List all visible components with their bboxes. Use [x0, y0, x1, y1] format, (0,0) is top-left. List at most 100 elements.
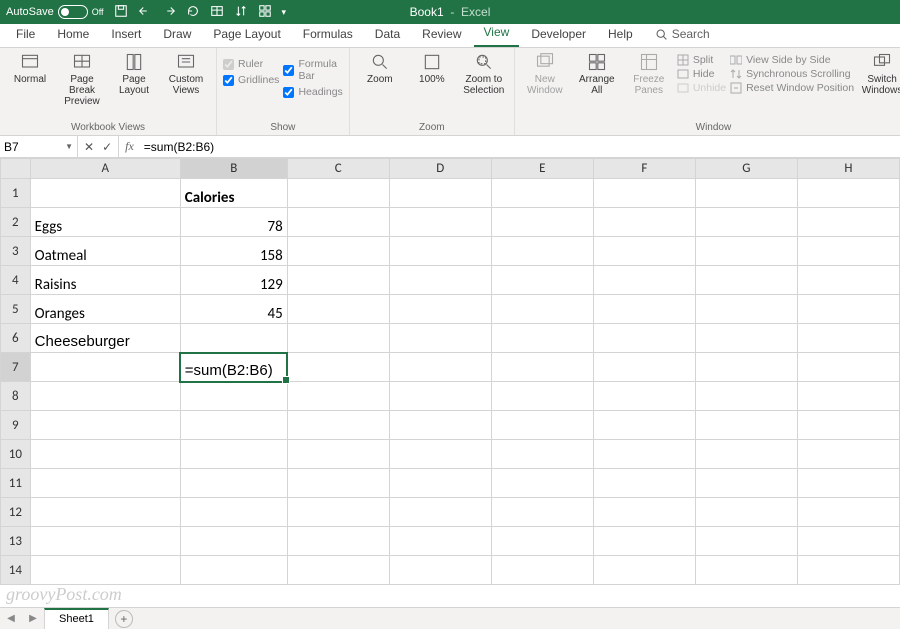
col-header-E[interactable]: E: [491, 159, 593, 179]
cell[interactable]: [491, 411, 593, 440]
cell[interactable]: [389, 353, 491, 382]
page-break-preview-button[interactable]: Page Break Preview: [58, 52, 106, 107]
cell[interactable]: [797, 324, 899, 353]
sheet-tab-active[interactable]: Sheet1: [44, 608, 109, 629]
nav-next-icon[interactable]: ▶: [29, 613, 37, 624]
cell[interactable]: [389, 266, 491, 295]
cell[interactable]: [30, 498, 180, 527]
cell[interactable]: [695, 469, 797, 498]
reset-window-position-button[interactable]: Reset Window Position: [730, 82, 854, 94]
cell[interactable]: [695, 527, 797, 556]
cell[interactable]: [491, 440, 593, 469]
cell[interactable]: [389, 237, 491, 266]
tab-help[interactable]: Help: [598, 23, 643, 47]
tab-page-layout[interactable]: Page Layout: [203, 23, 290, 47]
cell[interactable]: [797, 498, 899, 527]
col-header-D[interactable]: D: [389, 159, 491, 179]
tab-review[interactable]: Review: [412, 23, 471, 47]
row-header[interactable]: 7: [1, 353, 31, 382]
unhide-button[interactable]: Unhide: [677, 82, 726, 94]
row-header[interactable]: 14: [1, 556, 31, 585]
nav-prev-icon[interactable]: ◀: [7, 613, 15, 624]
cell[interactable]: [593, 382, 695, 411]
cell[interactable]: [491, 353, 593, 382]
cell[interactable]: [695, 266, 797, 295]
tab-view[interactable]: View: [474, 21, 520, 47]
cell[interactable]: [593, 324, 695, 353]
cell[interactable]: [287, 556, 389, 585]
cell[interactable]: [695, 498, 797, 527]
cell[interactable]: [389, 295, 491, 324]
col-header-F[interactable]: F: [593, 159, 695, 179]
tab-developer[interactable]: Developer: [521, 23, 596, 47]
cell[interactable]: [180, 411, 287, 440]
cell[interactable]: [287, 469, 389, 498]
chevron-down-icon[interactable]: ▼: [65, 142, 73, 151]
cell-selected[interactable]: =sum(B2:B6): [180, 353, 287, 382]
formula-bar-input[interactable]: =sum(B2:B6): [140, 136, 900, 157]
row-header[interactable]: 10: [1, 440, 31, 469]
tab-home[interactable]: Home: [47, 23, 99, 47]
zoom-to-selection-button[interactable]: Zoom to Selection: [460, 52, 508, 96]
cell[interactable]: [389, 208, 491, 237]
formula-bar-checkbox[interactable]: Formula Bar: [283, 58, 342, 82]
headings-checkbox[interactable]: Headings: [283, 86, 342, 98]
row-header[interactable]: 2: [1, 208, 31, 237]
tab-insert[interactable]: Insert: [101, 23, 151, 47]
cell[interactable]: [593, 556, 695, 585]
cell[interactable]: [491, 382, 593, 411]
cell[interactable]: [593, 295, 695, 324]
row-header[interactable]: 3: [1, 237, 31, 266]
cell[interactable]: [491, 324, 593, 353]
name-box[interactable]: B7 ▼: [0, 136, 78, 157]
tab-draw[interactable]: Draw: [153, 23, 201, 47]
normal-view-button[interactable]: Normal: [6, 52, 54, 85]
cell[interactable]: [287, 208, 389, 237]
cell[interactable]: [30, 179, 180, 208]
view-side-by-side-button[interactable]: View Side by Side: [730, 54, 854, 66]
cell[interactable]: [287, 295, 389, 324]
save-icon[interactable]: [114, 4, 128, 21]
cell[interactable]: [30, 440, 180, 469]
cell[interactable]: [389, 324, 491, 353]
cancel-icon[interactable]: ✕: [84, 140, 94, 154]
cell[interactable]: [491, 498, 593, 527]
cell[interactable]: [491, 266, 593, 295]
cell[interactable]: [593, 237, 695, 266]
cell[interactable]: [797, 353, 899, 382]
cell[interactable]: [797, 179, 899, 208]
row-header[interactable]: 4: [1, 266, 31, 295]
cell[interactable]: [593, 353, 695, 382]
cell[interactable]: [180, 440, 287, 469]
cell[interactable]: [30, 353, 180, 382]
cell[interactable]: [797, 237, 899, 266]
cell[interactable]: [491, 527, 593, 556]
cell[interactable]: [491, 179, 593, 208]
sheet-nav[interactable]: ◀▶: [0, 613, 44, 624]
row-header[interactable]: 12: [1, 498, 31, 527]
table-icon[interactable]: [210, 4, 224, 21]
cell[interactable]: [593, 266, 695, 295]
cell[interactable]: [695, 353, 797, 382]
cell[interactable]: [593, 179, 695, 208]
cell[interactable]: [287, 527, 389, 556]
cell[interactable]: [797, 556, 899, 585]
cell[interactable]: [287, 440, 389, 469]
cell[interactable]: [287, 353, 389, 382]
cell[interactable]: Oatmeal: [30, 237, 180, 266]
cell[interactable]: [797, 382, 899, 411]
col-header-A[interactable]: A: [30, 159, 180, 179]
new-window-button[interactable]: New Window: [521, 52, 569, 96]
cell[interactable]: 78: [180, 208, 287, 237]
cell[interactable]: [287, 266, 389, 295]
cell[interactable]: [180, 382, 287, 411]
fx-icon[interactable]: fx: [119, 136, 140, 157]
cell[interactable]: [491, 237, 593, 266]
synchronous-scrolling-button[interactable]: Synchronous Scrolling: [730, 68, 854, 80]
tab-file[interactable]: File: [6, 23, 45, 47]
cell[interactable]: [30, 411, 180, 440]
ruler-checkbox[interactable]: Ruler: [223, 58, 279, 70]
row-header[interactable]: 9: [1, 411, 31, 440]
cell[interactable]: [695, 208, 797, 237]
tab-formulas[interactable]: Formulas: [293, 23, 363, 47]
